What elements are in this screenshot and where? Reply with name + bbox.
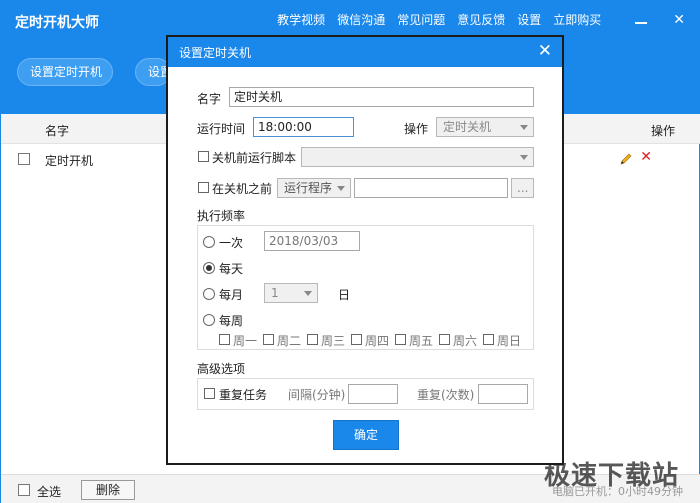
ok-button[interactable]: 确定 bbox=[333, 420, 399, 450]
watermark-logo: 极速下载站 bbox=[543, 461, 679, 491]
repeat-task-label: 重复任务 bbox=[219, 388, 268, 402]
weekday-wed-label: 周三 bbox=[321, 334, 346, 348]
repeat-count-input[interactable] bbox=[478, 384, 528, 404]
daily-label: 每天 bbox=[219, 262, 244, 276]
repeat-task-checkbox[interactable] bbox=[204, 388, 215, 399]
shutdown-dialog: 设置定时关机 ✕ 名字 定时关机 运行时间 18:00:00 操作 定时关机 关… bbox=[166, 35, 564, 465]
month-day-value: 1 bbox=[271, 286, 279, 300]
weekday-thu-checkbox[interactable] bbox=[351, 334, 362, 345]
interval-input[interactable] bbox=[348, 384, 398, 404]
daily-radio[interactable] bbox=[203, 262, 215, 274]
once-label: 一次 bbox=[219, 236, 244, 250]
frequency-label: 执行频率 bbox=[197, 209, 246, 223]
name-input[interactable]: 定时关机 bbox=[229, 87, 534, 107]
operation-label: 操作 bbox=[404, 122, 429, 136]
browse-button[interactable]: ... bbox=[511, 178, 534, 198]
weekday-sat-checkbox[interactable] bbox=[439, 334, 450, 345]
program-path-input[interactable] bbox=[354, 178, 508, 198]
weekday-sun-label: 周日 bbox=[497, 334, 522, 348]
app-title: 定时开机大师 bbox=[15, 15, 99, 31]
weekday-tue-label: 周二 bbox=[277, 334, 302, 348]
nav-wechat[interactable]: 微信沟通 bbox=[337, 11, 385, 28]
nav-buy[interactable]: 立即购买 bbox=[553, 11, 601, 28]
month-day-select[interactable]: 1 bbox=[264, 283, 318, 303]
nav-feedback[interactable]: 意见反馈 bbox=[457, 11, 505, 28]
script-select[interactable] bbox=[301, 147, 534, 167]
weekday-fri-label: 周五 bbox=[409, 334, 434, 348]
run-time-label: 运行时间 bbox=[197, 122, 246, 136]
column-operation-header: 操作 bbox=[650, 124, 675, 138]
weekday-sun-checkbox[interactable] bbox=[483, 334, 494, 345]
top-nav: 教学视频 微信沟通 常见问题 意见反馈 设置 立即购买 ✕ bbox=[277, 11, 685, 28]
weekday-wed-checkbox[interactable] bbox=[307, 334, 318, 345]
weekday-tue-checkbox[interactable] bbox=[263, 334, 274, 345]
weekly-label: 每周 bbox=[219, 314, 244, 328]
operation-value: 定时关机 bbox=[443, 120, 492, 134]
once-date-input[interactable]: 2018/03/03 bbox=[264, 231, 360, 251]
monthly-radio[interactable] bbox=[203, 288, 215, 300]
weekday-sat-label: 周六 bbox=[453, 334, 478, 348]
day-unit-label: 日 bbox=[338, 288, 351, 302]
delete-button[interactable]: 删除 bbox=[81, 480, 135, 500]
dialog-close-icon[interactable]: ✕ bbox=[538, 41, 552, 61]
before-shutdown-checkbox[interactable] bbox=[198, 182, 209, 193]
weekday-mon-checkbox[interactable] bbox=[219, 334, 230, 345]
minimize-icon[interactable] bbox=[635, 21, 648, 24]
advanced-label: 高级选项 bbox=[197, 362, 246, 376]
select-all-checkbox[interactable] bbox=[18, 484, 30, 496]
delete-x-icon[interactable]: ✕ bbox=[640, 149, 652, 165]
weekday-mon-label: 周一 bbox=[233, 334, 258, 348]
once-radio[interactable] bbox=[203, 236, 215, 248]
nav-tutorial-video[interactable]: 教学视频 bbox=[277, 11, 325, 28]
column-name-header: 名字 bbox=[45, 124, 70, 138]
row-checkbox[interactable] bbox=[18, 153, 30, 165]
weekly-radio[interactable] bbox=[203, 314, 215, 326]
interval-label: 间隔(分钟) bbox=[288, 388, 346, 402]
dialog-titlebar: 设置定时关机 ✕ bbox=[168, 37, 562, 67]
row-name: 定时开机 bbox=[45, 154, 94, 168]
run-program-value: 运行程序 bbox=[284, 181, 333, 195]
monthly-label: 每月 bbox=[219, 288, 244, 302]
repeat-count-label: 重复(次数) bbox=[417, 388, 475, 402]
operation-select[interactable]: 定时关机 bbox=[436, 117, 534, 137]
close-icon[interactable]: ✕ bbox=[673, 12, 685, 28]
script-label: 关机前运行脚本 bbox=[212, 151, 297, 165]
script-checkbox[interactable] bbox=[198, 151, 209, 162]
weekday-thu-label: 周四 bbox=[365, 334, 390, 348]
name-label: 名字 bbox=[197, 92, 222, 106]
nav-settings[interactable]: 设置 bbox=[517, 11, 541, 28]
before-shutdown-label: 在关机之前 bbox=[212, 182, 273, 196]
select-all-label: 全选 bbox=[37, 485, 62, 499]
run-program-select[interactable]: 运行程序 bbox=[277, 178, 351, 198]
run-time-input[interactable]: 18:00:00 bbox=[253, 117, 354, 137]
weekday-fri-checkbox[interactable] bbox=[395, 334, 406, 345]
nav-faq[interactable]: 常见问题 bbox=[397, 11, 445, 28]
edit-pencil-icon[interactable] bbox=[619, 152, 633, 166]
set-boot-button[interactable]: 设置定时开机 bbox=[17, 58, 113, 86]
dialog-title: 设置定时关机 bbox=[179, 46, 252, 60]
